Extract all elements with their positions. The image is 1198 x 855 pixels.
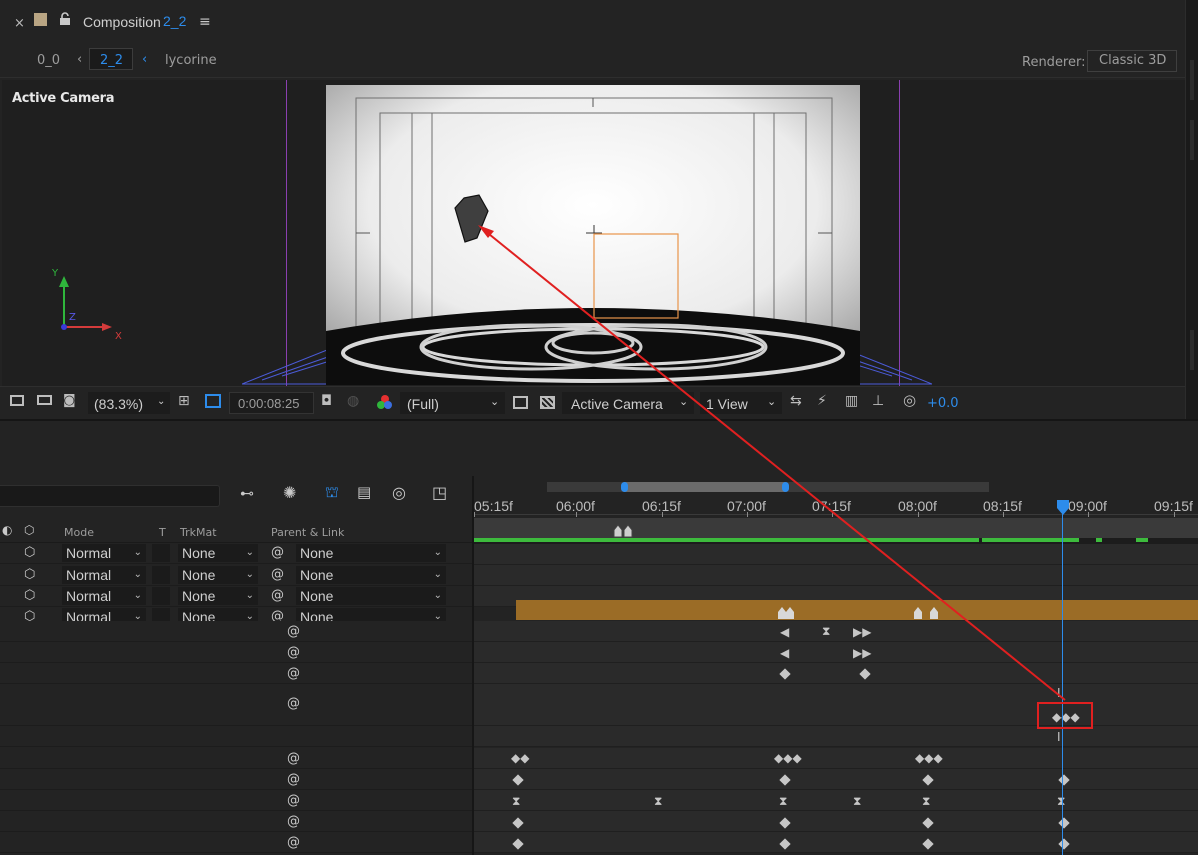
annotation-arrow (478, 225, 1093, 729)
